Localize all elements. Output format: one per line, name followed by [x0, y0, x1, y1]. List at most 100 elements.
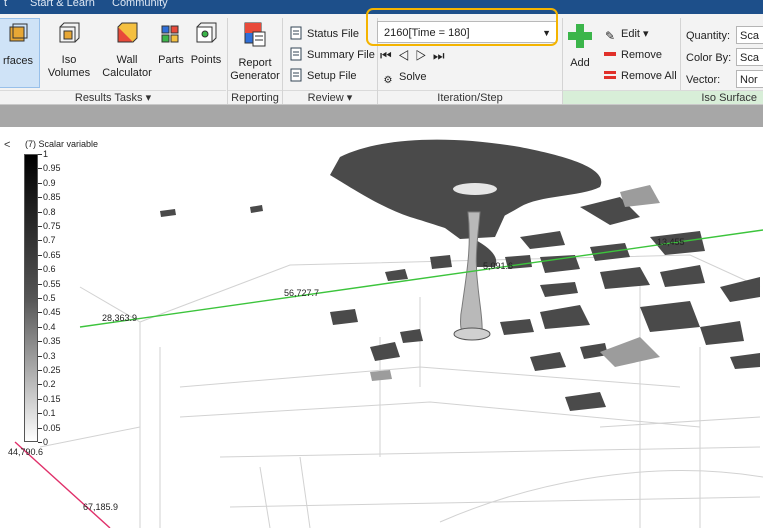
legend-tick-label: 0.2	[43, 379, 56, 390]
legend-tick-mark	[38, 240, 42, 242]
status-file-button[interactable]: Status File	[289, 25, 359, 43]
iso-surface-icon	[9, 23, 28, 42]
quantity-select[interactable]: Sca	[736, 26, 763, 44]
legend-tick-label: 0.8	[43, 206, 56, 217]
legend-tick-mark	[38, 442, 42, 443]
legend-tick-label: 0.7	[43, 235, 56, 246]
previous-step-icon[interactable]: ◁	[398, 48, 416, 63]
report-generator-button[interactable]: Report Generator	[229, 18, 281, 83]
summary-file-button[interactable]: Summary File	[289, 46, 375, 64]
menu-item-start-learn[interactable]: Start & Learn	[30, 0, 95, 9]
parts-button[interactable]: Parts	[156, 18, 186, 67]
legend-tick-label: 0	[43, 437, 49, 447]
legend-tick-mark	[38, 355, 42, 357]
legend-tick-label: 0.9	[43, 177, 56, 188]
legend-tick-mark	[38, 312, 42, 314]
legend-title: (7) Scalar variable	[25, 139, 99, 149]
legend-tick-label: 0.45	[43, 307, 61, 318]
review-group-label[interactable]: Review ▾	[283, 90, 377, 105]
legend-tick-label: 0.5	[43, 293, 56, 303]
model-scene[interactable]	[0, 127, 763, 528]
iso-volumes-label: Iso Volumes	[47, 54, 91, 79]
legend-tick-mark	[38, 384, 42, 386]
parts-icon	[161, 25, 179, 43]
legend-tick-mark	[38, 211, 42, 213]
legend-tick-label: 1	[43, 149, 49, 159]
legend-tick-mark	[38, 226, 42, 227]
legend-tick-label: 0.35	[43, 336, 61, 347]
document-icon	[290, 47, 302, 61]
remove-all-icon	[604, 71, 616, 79]
vector-label: Vector:	[686, 74, 721, 86]
legend-tick-mark	[38, 298, 42, 299]
legend-tick-label: 0.25	[43, 365, 61, 375]
legend-tick-label: 0.3	[43, 350, 56, 361]
legend-tick-mark	[38, 168, 42, 170]
iteration-step-highlight	[366, 8, 558, 46]
add-button[interactable]: Add	[565, 18, 595, 70]
plus-icon	[568, 24, 592, 48]
probe-label-28363: 28,363.9	[102, 313, 138, 323]
legend-tick-label: 0.1	[43, 408, 56, 419]
legend-tick-mark	[38, 427, 42, 429]
legend-tick-mark	[38, 370, 42, 371]
menu-item-t[interactable]: t	[4, 0, 7, 9]
iso-volume-icon	[59, 22, 80, 43]
legend-tick-mark	[38, 413, 42, 415]
legend-tick-mark	[38, 341, 42, 343]
menu-item-community[interactable]: Community	[112, 0, 168, 9]
legend-tick-label: 0.05	[43, 422, 61, 433]
legend-tick-mark	[38, 283, 42, 285]
setup-file-button[interactable]: Setup File	[289, 67, 357, 85]
iteration-step-group-label: Iteration/Step	[378, 90, 562, 105]
solve-button[interactable]: ⚙ Solve	[381, 68, 427, 86]
toolbar-band	[0, 105, 763, 127]
legend-tick-label: 0.65	[43, 249, 61, 260]
parts-label: Parts	[158, 54, 184, 66]
points-label: Points	[190, 54, 222, 66]
iso-volumes-button[interactable]: Iso Volumes	[40, 18, 98, 80]
solve-icon: ⚙	[383, 75, 393, 86]
reporting-group-label: Reporting	[228, 90, 282, 105]
color-by-select[interactable]: Sca	[736, 48, 763, 66]
remove-button[interactable]: Remove	[603, 46, 662, 64]
legend-tick-label: 0.75	[43, 221, 61, 231]
last-step-icon[interactable]: ⏭	[433, 48, 451, 63]
legend-tick-label: 0.85	[43, 192, 61, 203]
legend-color-bar	[24, 154, 38, 442]
points-button[interactable]: Points	[188, 18, 224, 67]
remove-all-button[interactable]: Remove All	[603, 67, 677, 85]
wall-calculator-icon	[117, 22, 138, 43]
legend-tick-mark	[38, 398, 42, 400]
legend-tick-label: 0.4	[43, 321, 56, 332]
quantity-label: Quantity:	[686, 30, 731, 42]
results-tasks-group-label[interactable]: Results Tasks ▾	[0, 90, 226, 105]
legend-tick-mark	[38, 197, 42, 199]
wall-calculator-label: Wall Calculator	[102, 54, 152, 79]
collapse-panel-icon[interactable]: <	[4, 139, 10, 151]
iso-surface-group-label: Iso Surface	[563, 90, 763, 104]
legend-tick-mark	[38, 269, 42, 271]
legend-tick-label: 0.15	[43, 393, 61, 404]
legend-tick-label: 0.6	[43, 264, 56, 275]
report-generator-label: Report Generator	[230, 57, 280, 82]
wall-calculator-button[interactable]: Wall Calculator	[100, 18, 154, 80]
add-label: Add	[570, 57, 590, 69]
document-icon	[290, 26, 302, 40]
iso-surfaces-button[interactable]: rfaces	[0, 18, 40, 88]
legend-tick-mark	[38, 154, 42, 155]
legend-tick-mark	[38, 326, 42, 328]
first-step-icon[interactable]: ⏮	[380, 48, 398, 63]
vector-select[interactable]: Nor	[736, 70, 763, 88]
probe-label-5091: 5,091.6	[483, 261, 514, 271]
3d-viewport[interactable]: < (7) Scalar variable	[0, 127, 763, 528]
geometry-wireframe	[39, 254, 763, 528]
next-step-icon[interactable]: ▷	[415, 48, 433, 63]
points-icon	[196, 22, 217, 43]
iso-surfaces-label: rfaces	[3, 55, 33, 67]
edit-button[interactable]: ✎ Edit ▾	[603, 25, 649, 43]
probe-label-13455: 13,455	[657, 237, 685, 247]
document-icon	[290, 68, 302, 82]
legend-tick-label: 0.55	[43, 278, 61, 289]
probe-label-67185: 67,185.9	[83, 502, 119, 512]
